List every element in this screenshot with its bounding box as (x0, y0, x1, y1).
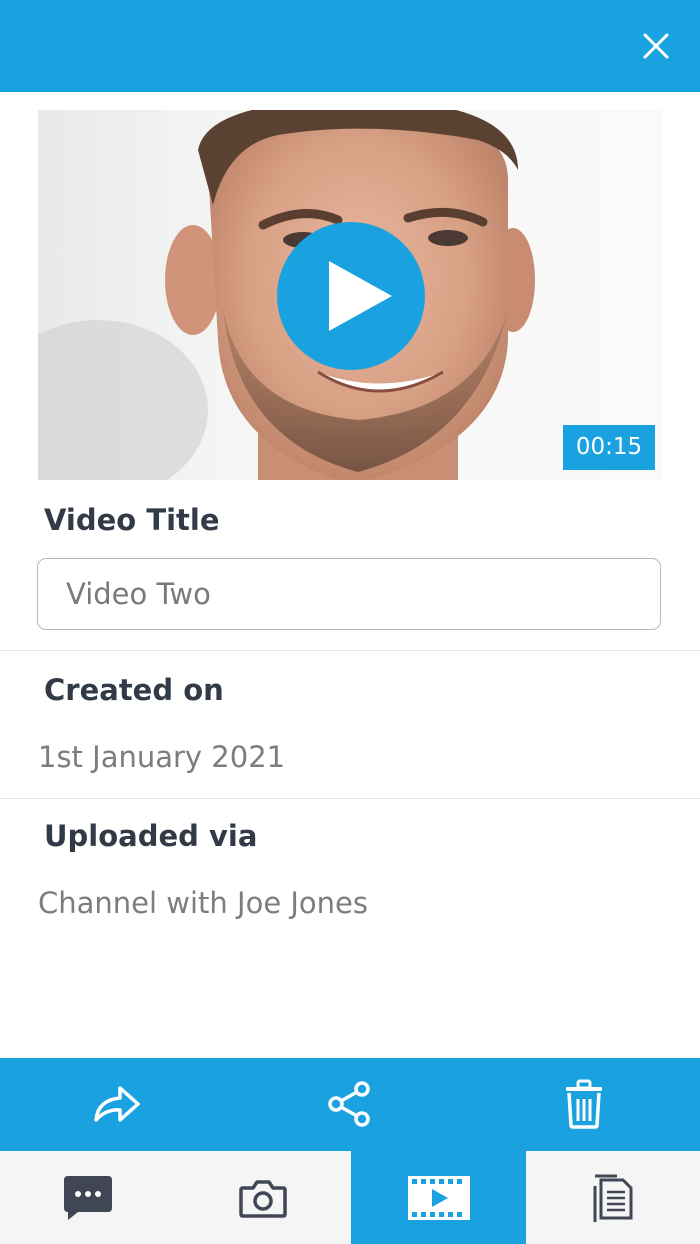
camera-icon (238, 1179, 287, 1218)
video-title-input[interactable] (66, 559, 646, 629)
uploaded-via-value: Channel with Joe Jones (38, 886, 369, 920)
documents-icon (593, 1174, 632, 1222)
close-icon[interactable] (642, 32, 670, 60)
share-icon[interactable] (322, 1076, 378, 1132)
tab-videos[interactable] (351, 1151, 526, 1244)
tab-documents[interactable] (525, 1151, 700, 1244)
video-title-field[interactable] (37, 558, 661, 630)
tab-chat[interactable] (0, 1151, 175, 1244)
action-bar (0, 1058, 700, 1151)
trash-icon[interactable] (556, 1076, 612, 1132)
divider (0, 650, 700, 651)
bottom-tab-bar (0, 1151, 700, 1244)
chat-icon (63, 1175, 112, 1220)
created-on-label: Created on (44, 673, 224, 707)
top-bar (0, 0, 700, 92)
video-icon (407, 1175, 470, 1220)
forward-icon[interactable] (88, 1076, 144, 1132)
video-title-label: Video Title (44, 503, 220, 537)
video-thumbnail[interactable]: 00:15 (38, 110, 662, 480)
duration-badge: 00:15 (563, 425, 655, 470)
created-on-value: 1st January 2021 (38, 740, 286, 774)
play-button[interactable] (277, 222, 425, 370)
tab-camera[interactable] (175, 1151, 350, 1244)
uploaded-via-label: Uploaded via (44, 819, 258, 853)
divider (0, 798, 700, 799)
play-icon (329, 261, 392, 331)
video-detail-screen: 00:15 Video Title Created on 1st January… (0, 0, 700, 1244)
